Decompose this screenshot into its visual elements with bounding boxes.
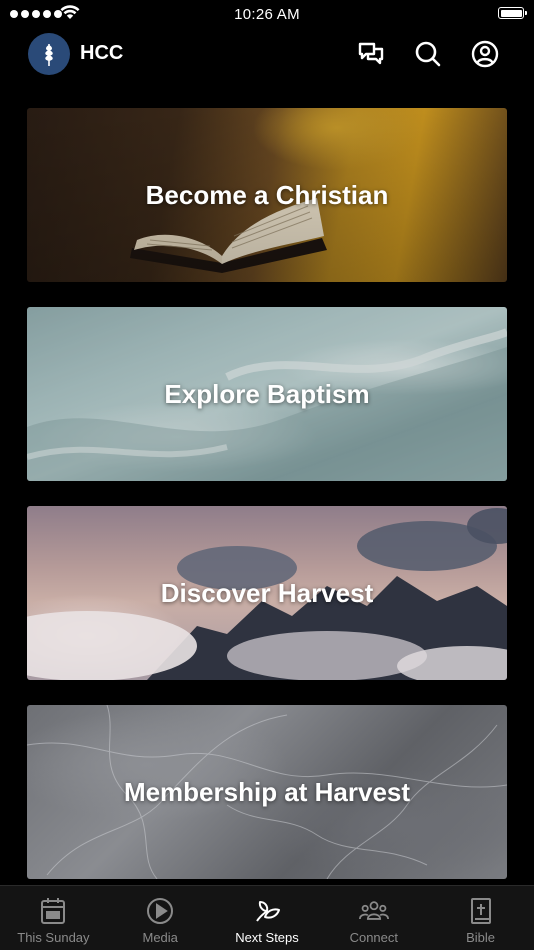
tab-label: This Sunday	[17, 930, 90, 945]
card-title: Become a Christian	[145, 179, 389, 210]
tab-label: Connect	[349, 930, 398, 945]
calendar-icon	[41, 898, 66, 924]
discover-harvest-card[interactable]: Discover Harvest	[27, 506, 507, 680]
profile-icon	[471, 40, 499, 68]
play-icon	[147, 898, 174, 924]
explore-baptism-card[interactable]: Explore Baptism	[27, 307, 507, 481]
sprout-icon	[256, 901, 280, 922]
tab-this-sunday[interactable]: This Sunday	[0, 886, 107, 950]
tab-next-steps[interactable]: Next Steps	[214, 886, 321, 950]
card-title: Explore Baptism	[164, 378, 370, 409]
tab-bible[interactable]: Bible	[427, 886, 534, 950]
status-time: 10:26 AM	[234, 6, 300, 23]
membership-card[interactable]: Membership at Harvest	[27, 705, 507, 879]
battery-icon	[498, 7, 527, 19]
people-icon	[358, 901, 389, 920]
tab-connect[interactable]: Connect	[320, 886, 427, 950]
bottom-tab-bar: This Sunday Media Next Steps Connect Bib…	[0, 885, 534, 950]
bible-icon	[470, 898, 491, 924]
church-logo[interactable]	[28, 33, 70, 75]
card-title: Discover Harvest	[160, 577, 374, 608]
profile-button[interactable]	[469, 38, 501, 70]
chat-icon	[358, 42, 384, 65]
chat-button[interactable]	[355, 38, 387, 70]
card-title: Membership at Harvest	[123, 776, 411, 807]
wheat-icon	[45, 44, 53, 66]
tab-label: Next Steps	[235, 930, 299, 945]
app-header: HCC	[0, 28, 534, 84]
become-christian-card[interactable]: Become a Christian	[27, 108, 507, 282]
app-title: HCC	[80, 42, 124, 64]
tab-label: Bible	[466, 930, 496, 945]
tab-label: Media	[142, 930, 178, 945]
search-icon	[415, 41, 441, 67]
search-button[interactable]	[412, 38, 444, 70]
status-bar: 10:26 AM	[0, 0, 534, 28]
tab-media[interactable]: Media	[107, 886, 214, 950]
